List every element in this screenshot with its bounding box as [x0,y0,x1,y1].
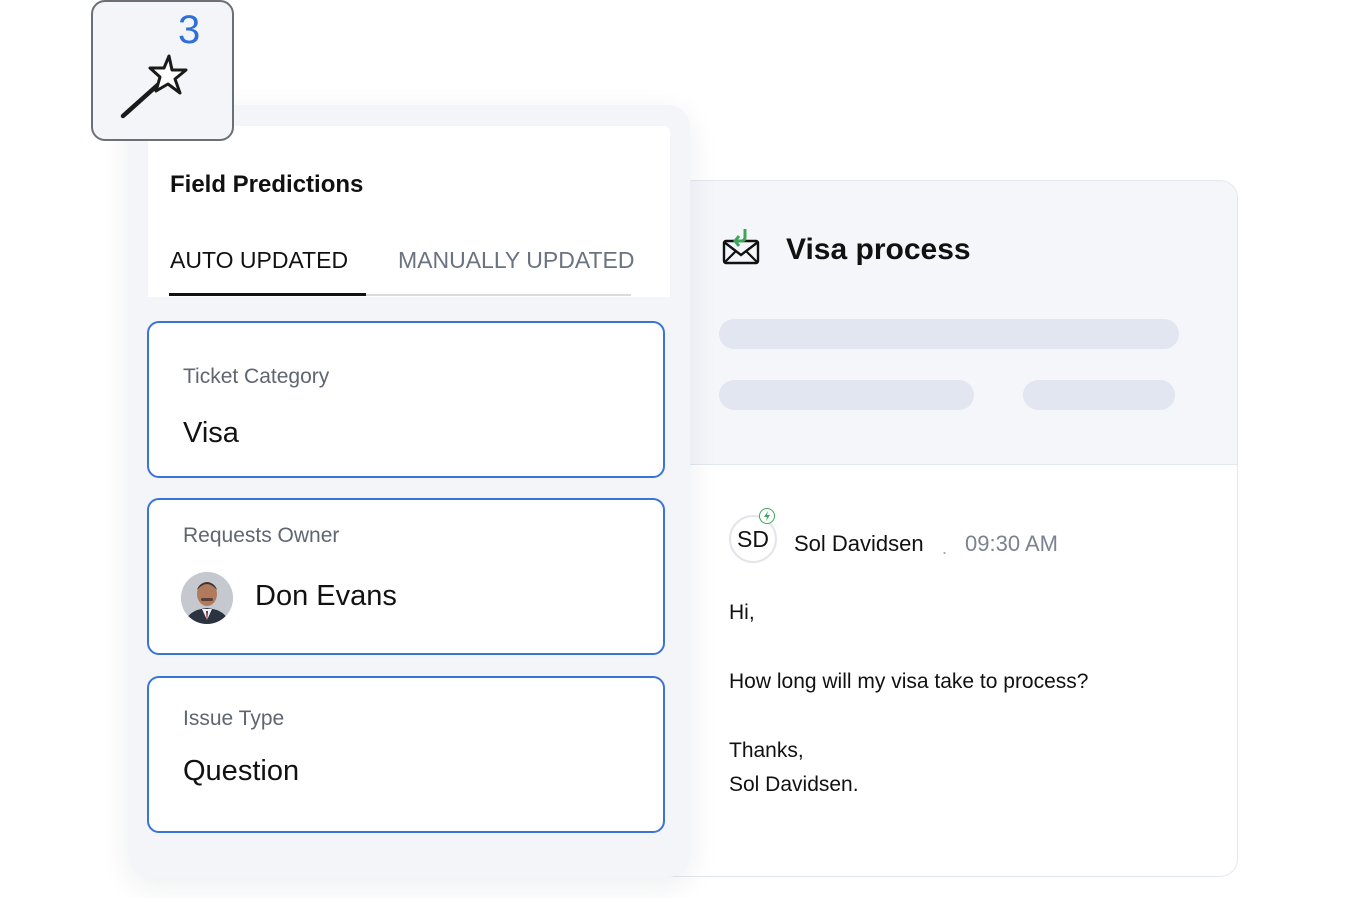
field-value: Visa [183,417,239,449]
field-card-issue-type[interactable]: Issue Type Question [147,676,665,833]
sender-name: Sol Davidsen [794,531,924,556]
message-line: Sol Davidsen. [729,773,859,796]
tab-manually-updated[interactable]: MANUALLY UPDATED [398,247,634,274]
separator-dot: . [942,538,948,558]
verified-badge-icon [759,508,775,524]
skeleton-line [719,380,974,410]
message-line: How long will my visa take to process? [729,670,1089,693]
active-tab-indicator [169,293,366,296]
tab-auto-updated[interactable]: AUTO UPDATED [170,247,348,274]
magic-wand-icon [117,50,197,122]
avatar [181,572,233,624]
field-card-ticket-category[interactable]: Ticket Category Visa [147,321,665,478]
field-label: Requests Owner [183,524,340,547]
panel-title: Field Predictions [170,171,364,198]
field-label: Ticket Category [183,365,330,388]
message-line: Thanks, [729,739,804,762]
ticket-header: Visa process [611,181,1237,465]
field-label: Issue Type [183,707,285,730]
message-time: 09:30 AM [965,531,1058,556]
ticket-card: Visa process SD Sol Davidsen . 09:30 AM … [610,180,1238,877]
skeleton-line [719,319,1179,349]
predictions-header: Field Predictions AUTO UPDATED MANUALLY … [148,126,670,297]
ticket-title: Visa process [786,233,971,266]
field-value: Don Evans [255,580,397,612]
incoming-mail-icon [721,227,761,267]
field-value: Question [183,755,300,787]
field-card-requests-owner[interactable]: Requests Owner Don Evans [147,498,665,655]
magic-wand-badge[interactable]: 3 [91,0,234,141]
skeleton-line [1023,380,1175,410]
message-line: Hi, [729,601,755,624]
prediction-count: 3 [178,8,201,52]
